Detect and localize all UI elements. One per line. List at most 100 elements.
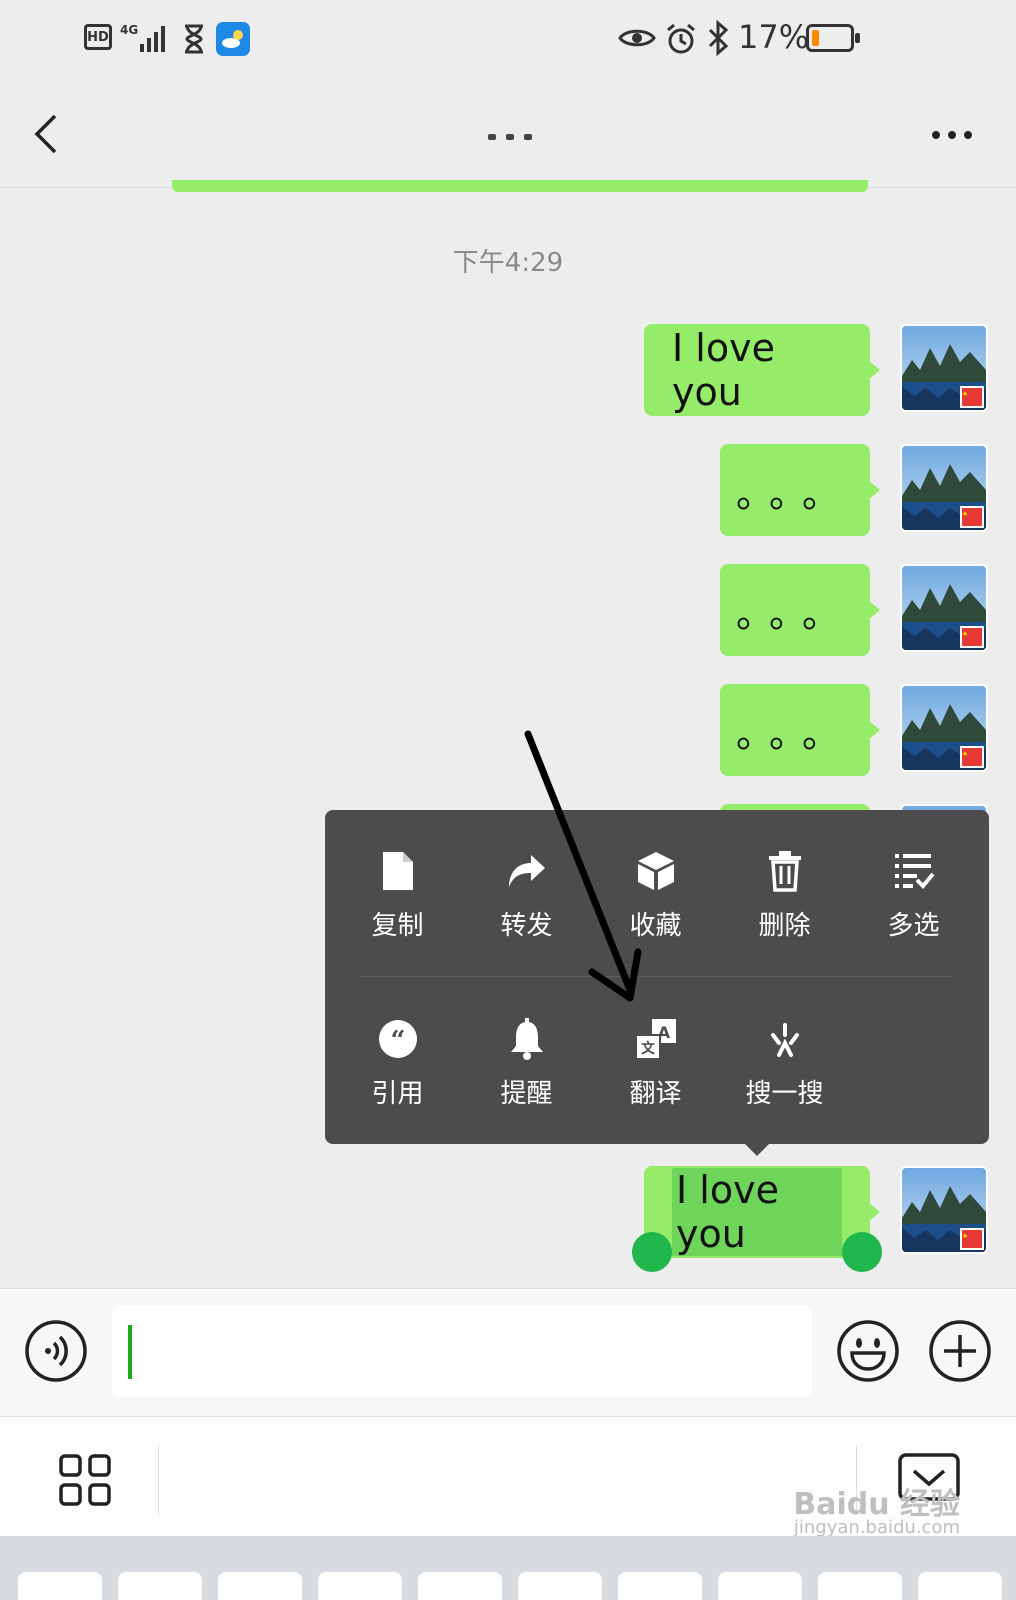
keyboard-key[interactable]	[518, 1572, 602, 1600]
menu-label: 转发	[500, 910, 553, 941]
message-row-selected: I love you	[644, 1166, 988, 1258]
message-row: 。。。	[720, 684, 988, 776]
landscape-photo	[902, 686, 986, 770]
message-bubble[interactable]: 。。。	[720, 444, 880, 536]
selection-handle-end[interactable]	[842, 1232, 882, 1272]
hourglass-icon	[182, 24, 206, 58]
menu-label: 提醒	[500, 1078, 553, 1109]
selection-handle-start[interactable]	[632, 1232, 672, 1272]
menu-label: 复制	[371, 910, 424, 941]
keyboard-key[interactable]	[618, 1572, 702, 1600]
keyboard-key[interactable]	[218, 1572, 302, 1600]
menu-item-copy[interactable]: 复制	[333, 820, 462, 970]
status-bar: HD 4G 17%	[0, 0, 1016, 80]
forward-icon	[505, 849, 549, 893]
alarm-icon	[664, 22, 698, 60]
signal-icon: 4G	[120, 22, 170, 58]
previous-bubble-edge	[172, 180, 868, 192]
voice-input-button[interactable]	[24, 1319, 88, 1383]
keyboard-key[interactable]	[818, 1572, 902, 1600]
menu-label: 搜一搜	[745, 1078, 824, 1109]
search-icon	[763, 1017, 807, 1061]
keyboard-key[interactable]	[118, 1572, 202, 1600]
multiselect-icon	[892, 849, 936, 893]
menu-item-quote[interactable]: “ 引用	[333, 988, 462, 1138]
menu-item-delete[interactable]: 删除	[720, 820, 849, 970]
grid-icon	[59, 1454, 111, 1506]
text-caret	[128, 1325, 132, 1379]
message-timestamp: 下午4:29	[452, 248, 564, 278]
keyboard-key[interactable]	[718, 1572, 802, 1600]
nav-bar	[0, 80, 1016, 188]
menu-label: 多选	[887, 910, 940, 941]
bluetooth-icon	[706, 19, 730, 60]
more-button[interactable]	[924, 120, 980, 150]
message-text: 。。。	[735, 471, 854, 516]
emoji-icon	[837, 1320, 899, 1382]
message-row: I love you	[644, 324, 988, 416]
battery-icon	[806, 24, 860, 52]
emoji-button[interactable]	[836, 1319, 900, 1383]
keyboard-key[interactable]	[918, 1572, 1002, 1600]
menu-item-multiselect[interactable]: 多选	[849, 820, 978, 970]
keyboard-key[interactable]	[318, 1572, 402, 1600]
menu-item-favorite[interactable]: 收藏	[591, 820, 720, 970]
battery-fill	[812, 30, 819, 46]
avatar[interactable]	[900, 684, 988, 772]
svg-text:文: 文	[641, 1040, 656, 1057]
message-row: 。。。	[720, 444, 988, 536]
more-functions-button[interactable]	[928, 1319, 992, 1383]
menu-label: 翻译	[629, 1078, 682, 1109]
message-bubble[interactable]: 。。。	[720, 564, 880, 656]
avatar[interactable]	[900, 1166, 988, 1254]
menu-item-translate[interactable]: A文 翻译	[591, 988, 720, 1138]
quote-icon: “	[376, 1017, 420, 1061]
menu-label: 引用	[371, 1078, 424, 1109]
keyboard-key[interactable]	[18, 1572, 102, 1600]
chevron-left-icon	[34, 114, 57, 154]
message-bubble-selected[interactable]: I love you	[644, 1166, 880, 1258]
plus-icon	[929, 1320, 991, 1382]
favorite-icon	[634, 849, 678, 893]
avatar[interactable]	[900, 324, 988, 412]
message-text: 。。。	[735, 711, 854, 756]
message-input[interactable]	[112, 1305, 812, 1397]
menu-row: “ 引用 提醒 A文 翻译 搜一搜	[325, 988, 989, 1138]
message-bubble[interactable]: 。。。	[720, 684, 880, 776]
menu-divider	[361, 976, 953, 977]
hd-icon: HD	[84, 24, 112, 50]
landscape-photo	[902, 1168, 986, 1252]
more-dot	[948, 131, 956, 139]
message-context-menu: 复制 转发 收藏 删除 多选 “ 引用 提醒 A 文 翻译 搜一搜	[325, 810, 989, 1156]
keyboard-menu-button[interactable]	[58, 1453, 112, 1507]
landscape-photo	[902, 446, 986, 530]
message-bubble[interactable]: I love you	[644, 324, 880, 416]
menu-item-search[interactable]: 搜一搜	[720, 988, 849, 1138]
menu-item-forward[interactable]: 转发	[462, 820, 591, 970]
weather-app-icon	[216, 22, 250, 60]
toolbar-divider	[158, 1445, 159, 1515]
svg-text:“: “	[390, 1026, 405, 1056]
battery-percent: 17%	[738, 18, 810, 56]
more-dot	[932, 131, 940, 139]
menu-item-remind[interactable]: 提醒	[462, 988, 591, 1138]
back-button[interactable]	[24, 104, 68, 164]
bell-icon	[505, 1017, 549, 1061]
selected-message-text[interactable]: I love you	[672, 1168, 842, 1256]
chat-title	[475, 128, 545, 142]
keyboard-toolbar: Baidu 经验 jingyan.baidu.com	[0, 1416, 1016, 1538]
input-bar	[0, 1288, 1016, 1416]
landscape-photo	[902, 326, 986, 410]
landscape-photo	[902, 566, 986, 650]
message-text: I love you	[672, 326, 775, 414]
menu-label: 收藏	[629, 910, 682, 941]
watermark-url: jingyan.baidu.com	[793, 1517, 960, 1538]
message-text: 。。。	[735, 591, 854, 636]
avatar[interactable]	[900, 564, 988, 652]
copy-icon	[376, 849, 420, 893]
eye-icon	[618, 26, 656, 54]
menu-label: 删除	[758, 910, 811, 941]
keyboard-key[interactable]	[418, 1572, 502, 1600]
avatar[interactable]	[900, 444, 988, 532]
menu-row: 复制 转发 收藏 删除 多选	[325, 820, 989, 970]
